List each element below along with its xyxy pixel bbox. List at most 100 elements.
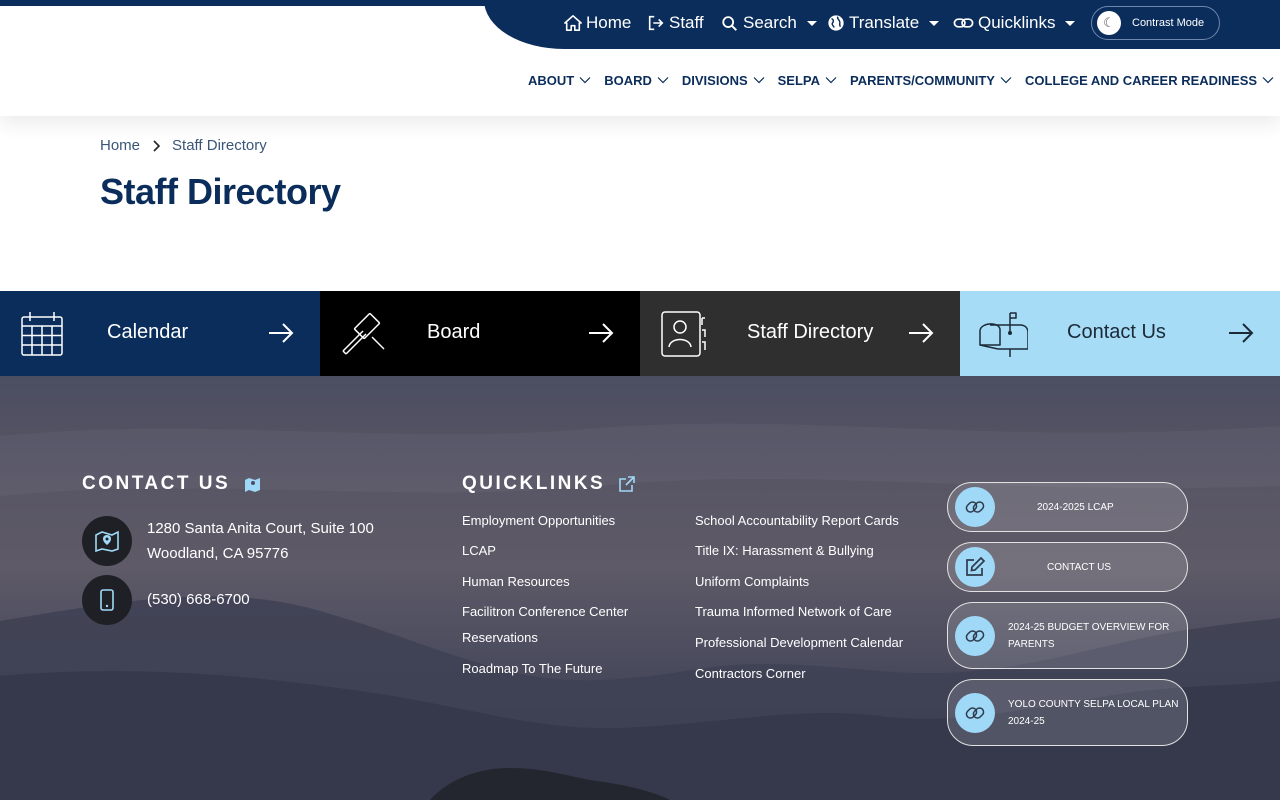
gavel-icon [342, 312, 385, 355]
link-icon [955, 487, 995, 527]
footer-phone[interactable]: (530) 668-6700 [147, 587, 250, 612]
quicklink-employment[interactable]: Employment Opportunities [462, 508, 615, 534]
breadcrumb: Home Staff Directory [100, 137, 267, 154]
tile-label: Contact Us [1067, 321, 1166, 343]
quicklinks-label: Quicklinks [978, 13, 1056, 32]
pill-label-line-2: PARENTS [1008, 638, 1055, 650]
pill-label: CONTACT US [1047, 561, 1112, 573]
chevron-down-icon [1000, 77, 1012, 84]
link-icon [955, 615, 995, 656]
footer-address: 1280 Santa Anita Court, Suite 100 Woodla… [147, 516, 374, 566]
selpa-local-plan-button[interactable]: YOLO COUNTY SELPA LOCAL PLAN 2024-25 [947, 679, 1188, 746]
search-dropdown[interactable]: Search [721, 10, 817, 36]
caret-down-icon [806, 20, 817, 26]
pill-label: 2024-25 BUDGET OVERVIEW FOR PARENTS [1008, 619, 1169, 653]
moon-icon: ☾ [1097, 11, 1121, 35]
arrow-right-icon [909, 323, 934, 343]
contact-us-button[interactable]: CONTACT US [947, 542, 1188, 592]
nav-item-college-career-readiness[interactable]: COLLEGE AND CAREER READINESS [1025, 73, 1274, 88]
mailbox-icon [979, 312, 1028, 357]
nav-item-label: PARENTS/COMMUNITY [850, 72, 995, 88]
quicklink-facilitron[interactable]: Facilitron Conference Center [462, 599, 628, 625]
pill-label-line-1: 2024-25 BUDGET OVERVIEW FOR [1008, 621, 1170, 633]
link-icon [953, 18, 974, 28]
tile-board[interactable]: Board [320, 291, 640, 376]
quicklink-lcap[interactable]: LCAP [462, 538, 496, 564]
globe-icon [828, 15, 844, 31]
pill-label: 2024-2025 LCAP [1037, 501, 1114, 513]
quicklinks-heading-label: QUICKLINKS [462, 473, 606, 494]
map-pin-icon [95, 530, 119, 552]
chevron-down-icon [1262, 77, 1274, 84]
mobile-phone-icon [100, 589, 114, 611]
address-icon-badge [82, 516, 132, 566]
caret-down-icon [1065, 20, 1076, 26]
tile-staff-directory[interactable]: Staff Directory [640, 291, 960, 376]
chevron-right-icon [153, 139, 161, 152]
home-link[interactable]: Home [564, 10, 631, 36]
footer-quicklinks-heading: QUICKLINKS [462, 473, 636, 495]
map-icon [245, 477, 261, 492]
nav-item-selpa[interactable]: SELPA [778, 73, 837, 88]
chevron-down-icon [753, 77, 765, 84]
quicklink-human-resources[interactable]: Human Resources [462, 569, 570, 595]
nav-item-divisions[interactable]: DIVISIONS [682, 73, 765, 88]
nav-item-about[interactable]: ABOUT [528, 73, 591, 88]
pill-label-line-1: YOLO COUNTY SELPA LOCAL PLAN [1008, 698, 1179, 710]
budget-overview-button[interactable]: 2024-25 BUDGET OVERVIEW FOR PARENTS [947, 602, 1188, 669]
phone-icon-badge [82, 575, 132, 625]
nav-item-label: BOARD [604, 72, 652, 88]
address-line-1: 1280 Santa Anita Court, Suite 100 [147, 520, 374, 537]
translate-label: Translate [849, 13, 920, 32]
footer-contact-heading: CONTACT US [82, 473, 261, 495]
quicklink-facilitron-reservations[interactable]: Reservations [462, 625, 538, 651]
nav-item-parents-community[interactable]: PARENTS/COMMUNITY [850, 73, 1012, 88]
home-link-label: Home [586, 13, 632, 32]
quicklink-roadmap[interactable]: Roadmap To The Future [462, 656, 602, 682]
edit-icon [955, 547, 995, 587]
staff-link[interactable]: Staff [647, 10, 704, 36]
page-title: Staff Directory [100, 171, 341, 212]
contrast-mode-toggle[interactable]: ☾ Contrast Mode [1091, 6, 1220, 40]
nav-item-label: COLLEGE AND CAREER READINESS [1024, 72, 1258, 88]
pill-label-line-2: 2024-25 [1008, 715, 1045, 727]
site-footer: CONTACT US 1280 Santa Anita Court, Suite… [0, 376, 1280, 800]
quicklinks-dropdown[interactable]: Quicklinks [953, 10, 1076, 36]
address-line-2: Woodland, CA 95776 [147, 545, 289, 562]
translate-dropdown[interactable]: Translate [827, 10, 940, 36]
quicklink-trauma-network[interactable]: Trauma Informed Network of Care [695, 599, 892, 625]
quicklink-contractors-corner[interactable]: Contractors Corner [695, 661, 806, 687]
calendar-icon [21, 312, 63, 356]
quick-access-tiles: Calendar Board Staff Directory Contact U… [0, 291, 1280, 376]
chevron-down-icon [825, 77, 837, 84]
link-icon [955, 692, 995, 733]
tile-label: Staff Directory [747, 321, 874, 343]
arrow-right-icon [269, 323, 294, 343]
nav-item-label: DIVISIONS [681, 72, 748, 88]
breadcrumb-home-link[interactable]: Home [100, 137, 140, 154]
tile-label: Calendar [107, 321, 189, 343]
quicklink-pd-calendar[interactable]: Professional Development Calendar [695, 630, 903, 656]
tile-label: Board [427, 321, 481, 343]
sign-in-icon [648, 15, 664, 31]
tile-calendar[interactable]: Calendar [0, 291, 320, 376]
chevron-down-icon [579, 77, 591, 84]
quicklink-title-ix[interactable]: Title IX: Harassment & Bullying [695, 538, 874, 564]
search-label: Search [743, 13, 797, 32]
arrow-right-icon [589, 323, 614, 343]
search-icon [722, 16, 738, 31]
quicklink-sarc[interactable]: School Accountability Report Cards [695, 508, 899, 534]
external-link-icon [619, 476, 636, 492]
lcap-button[interactable]: 2024-2025 LCAP [947, 482, 1188, 532]
nav-item-label: ABOUT [528, 72, 575, 88]
contact-heading-label: CONTACT US [82, 473, 231, 494]
arrow-right-icon [1229, 323, 1254, 343]
quicklink-uniform-complaints[interactable]: Uniform Complaints [695, 569, 809, 595]
pill-label: YOLO COUNTY SELPA LOCAL PLAN 2024-25 [1008, 696, 1178, 730]
chevron-down-icon [657, 77, 669, 84]
main-navigation: ABOUT BOARD DIVISIONS SELPA PARENTS/COMM… [528, 70, 1280, 90]
tile-contact-us[interactable]: Contact Us [960, 291, 1280, 376]
staff-link-label: Staff [669, 13, 704, 32]
nav-item-board[interactable]: BOARD [604, 73, 669, 88]
breadcrumb-current: Staff Directory [172, 137, 267, 154]
